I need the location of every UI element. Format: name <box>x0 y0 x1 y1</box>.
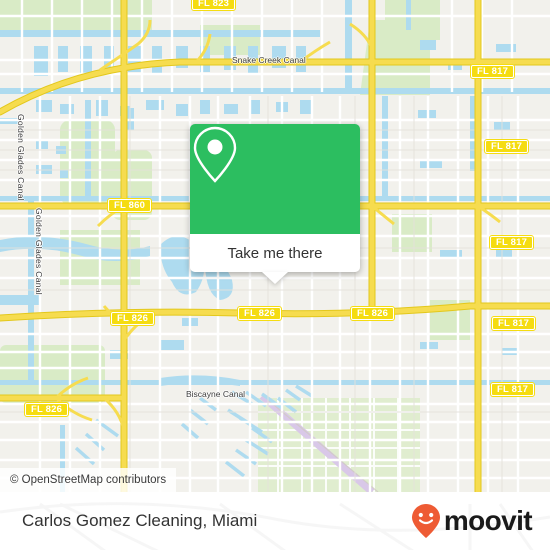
road-shield-fl823[interactable]: FL 823 <box>191 0 237 11</box>
osm-attribution[interactable]: © OpenStreetMap contributors <box>0 468 177 492</box>
road-shield-label: FL 817 <box>491 383 535 396</box>
road-shield-label: FL 823 <box>192 0 236 10</box>
map-canvas[interactable]: FL 823 FL 817 FL 817 FL 860 FL 817 FL 82… <box>0 0 550 492</box>
road-shield-fl817-b[interactable]: FL 817 <box>484 139 530 154</box>
place-title: Carlos Gomez Cleaning, Miami <box>22 511 258 530</box>
road-shield-label: FL 860 <box>108 199 152 212</box>
road-shield-label: FL 817 <box>471 65 515 78</box>
road-shield-label: FL 826 <box>351 307 395 320</box>
road-shield-label: FL 826 <box>25 403 69 416</box>
map-label-golden-glades-canal-upper: Golden Glades Canal <box>16 114 26 201</box>
map-label-biscayne-canal: Biscayne Canal <box>186 389 246 399</box>
moovit-wordmark: moovit <box>443 505 533 536</box>
moovit-logo[interactable]: moovit <box>411 503 533 539</box>
road-shield-fl860[interactable]: FL 860 <box>107 198 153 213</box>
take-me-there-label: Take me there <box>227 244 323 262</box>
take-me-there-button[interactable]: Take me there <box>190 234 360 272</box>
road-shield-fl817-d[interactable]: FL 817 <box>491 316 537 331</box>
map-label-golden-glades-canal-lower: Golden Glades Canal <box>34 208 44 295</box>
moovit-map-screenshot: FL 823 FL 817 FL 817 FL 860 FL 817 FL 82… <box>0 0 550 550</box>
map-pin-icon <box>193 126 237 183</box>
footer-bar: Carlos Gomez Cleaning, Miami moovit <box>0 492 550 550</box>
road-shield-label: FL 826 <box>111 312 155 325</box>
road-shield-fl817-c[interactable]: FL 817 <box>489 235 535 250</box>
road-shield-label: FL 826 <box>238 307 282 320</box>
moovit-smiley-pin-icon <box>411 504 440 538</box>
popup-pointer-tail <box>262 272 288 284</box>
road-shield-label: FL 817 <box>485 140 529 153</box>
road-shield-fl817-e[interactable]: FL 817 <box>490 382 536 397</box>
road-shield-fl826-a[interactable]: FL 826 <box>110 311 156 326</box>
road-shield-label: FL 817 <box>492 317 536 330</box>
road-shield-fl826-b[interactable]: FL 826 <box>237 306 283 321</box>
location-popup[interactable]: Take me there <box>190 124 360 284</box>
popup-pin-area <box>190 124 360 234</box>
road-shield-label: FL 817 <box>490 236 534 249</box>
road-shield-fl826-c[interactable]: FL 826 <box>350 306 396 321</box>
road-shield-fl817-a[interactable]: FL 817 <box>470 64 516 79</box>
road-shield-fl826-d[interactable]: FL 826 <box>24 402 70 417</box>
osm-attribution-text: © OpenStreetMap contributors <box>10 474 167 486</box>
map-label-snake-creek-canal: Snake Creek Canal <box>232 55 306 65</box>
